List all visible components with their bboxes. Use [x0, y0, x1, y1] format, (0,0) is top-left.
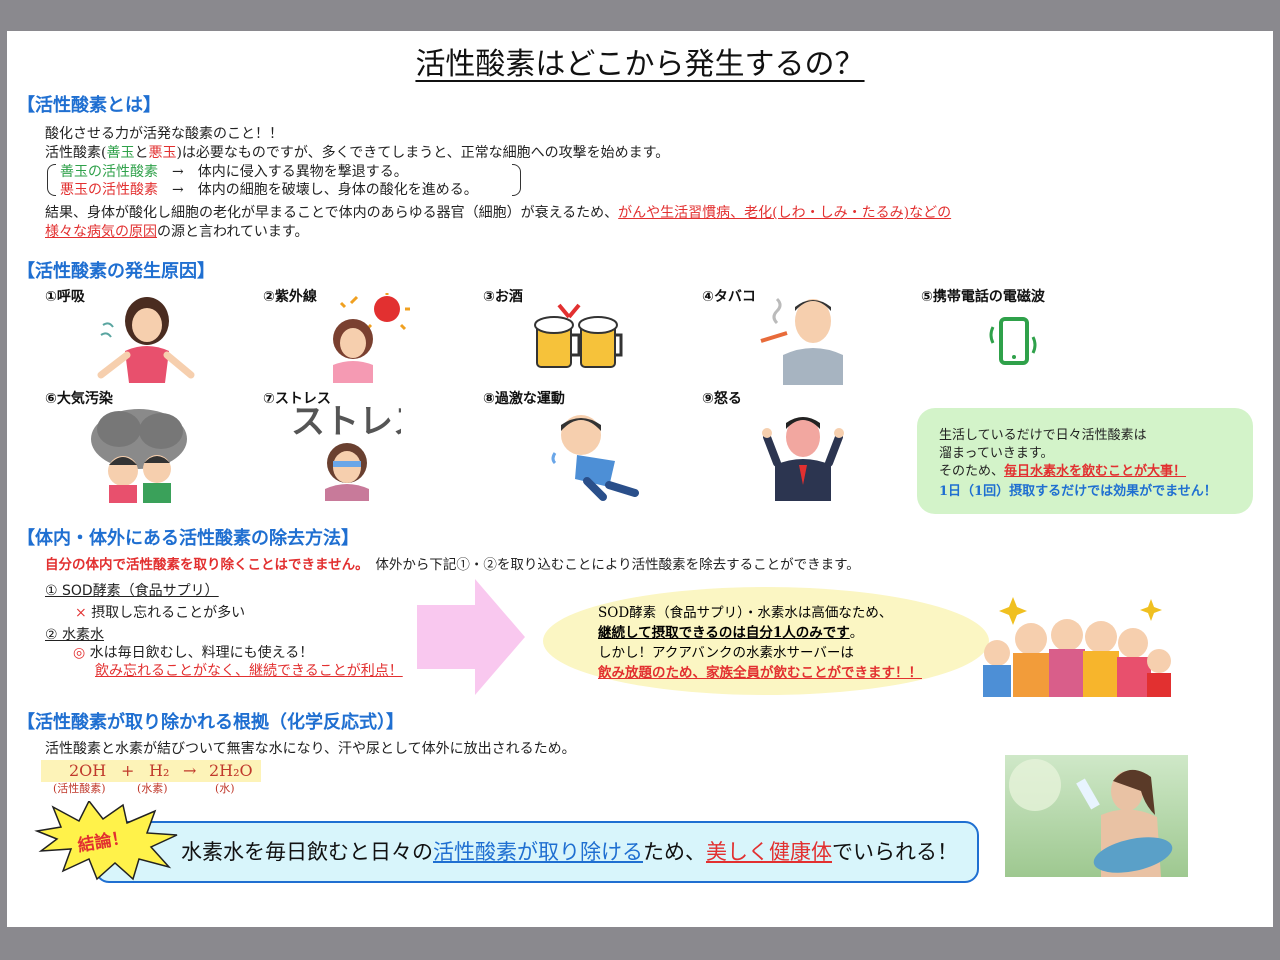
bad-oxygen-row: 悪玉の活性酸素 → 体内の細胞を破壊し、身体の酸化を進める。 [60, 182, 478, 198]
method-sod-note: × 摂取し忘れることが多い [75, 605, 246, 621]
air-pollution-illustration [91, 409, 187, 503]
conclusion-banner: 水素水を毎日飲むと日々の活性酸素が取り除けるため、美しく健康体でいられる！ [95, 821, 979, 883]
page-title: 活性酸素はどこから発生するの？ [415, 47, 865, 82]
left-bracket [47, 164, 56, 196]
chemical-equation: 2OH + H₂ → 2H₂O [41, 760, 261, 782]
document-page: 活性酸素はどこから発生するの？ 【活性酸素とは】 酸化させる力が活発な酸素のこと… [7, 31, 1273, 927]
callout-line-3: そのため、毎日水素水を飲むことが大事！ [939, 464, 1187, 479]
conclusion-text: 水素水を毎日飲むと日々の活性酸素が取り除けるため、美しく健康体でいられる！ [181, 840, 958, 864]
cause-phone-label: ⑤携帯電話の電磁波 [921, 289, 1045, 305]
eq-arrow: → [183, 761, 197, 780]
section-heading-removal: 【体内・体外にある活性酸素の除去方法】 [17, 528, 359, 549]
result-line-2: 様々な病気の原因の源と言われています。 [45, 224, 309, 240]
callout-line-1: 生活しているだけで日々活性酸素は [939, 428, 1147, 443]
good-bad-intro: 活性酸素(善玉と悪玉)は必要なものですが、多くできてしまうと、正常な細胞への攻撃… [45, 145, 670, 161]
conclusion-badge: 結論！ [34, 801, 178, 881]
intense-exercise-illustration [551, 415, 639, 501]
right-bracket [512, 164, 521, 196]
cause-anger-label: ⑨怒る [702, 391, 742, 407]
method-hydrogen-benefit: 飲み忘れることがなく、継続できることが利点！ [95, 663, 403, 679]
daily-hydrogen-callout: 生活しているだけで日々活性酸素は 溜まっていきます。 そのため、毎日水素水を飲む… [917, 408, 1253, 514]
method-sod-title: ① SOD酵素（食品サプリ） [45, 583, 219, 599]
angry-man-illustration [762, 417, 844, 501]
smoking-man-illustration [760, 297, 843, 385]
beer-mugs-illustration [534, 303, 623, 368]
chemistry-description: 活性酸素と水素が結びついて無害な水になり、汗や尿として体外に放出されるため。 [45, 741, 576, 757]
eq-water: 2H₂O [209, 761, 253, 780]
section-heading-chemistry: 【活性酸素が取り除かれる根拠（化学反応式）】 [17, 712, 404, 733]
callout-line-2: 溜まっていきます。 [939, 446, 1054, 461]
eq-plus: + [121, 761, 135, 780]
uv-woman-illustration [333, 293, 410, 383]
method-hydrogen-note: ◎ 水は毎日飲むし、料理にも使える！ [73, 645, 314, 661]
family-illustration [983, 597, 1171, 697]
ellipse-line-1: SOD酵素（食品サプリ）・水素水は高価なため、 [598, 605, 893, 621]
label-active-oxygen: (活性酸素) [53, 782, 106, 795]
stress-illustration: ストレス [291, 403, 401, 501]
woman-drinking-photo [1005, 755, 1188, 877]
definition-line: 酸化させる力が活発な酸素のこと！！ [45, 126, 283, 142]
ellipse-line-4: 飲み放題のため、家族全員が飲むことができます！！ [598, 665, 922, 681]
stress-text: ストレス [291, 403, 401, 442]
section-heading-what-is: 【活性酸素とは】 [17, 95, 161, 116]
ellipse-line-2: 継続して摂取できるのは自分1人のみです。 [598, 625, 864, 641]
cause-alcohol-label: ③お酒 [483, 289, 523, 305]
cause-exercise-label: ⑧過激な運動 [483, 391, 565, 407]
eq-hydroxyl: 2OH [69, 761, 107, 780]
method-hydrogen-title: ② 水素水 [45, 627, 105, 643]
label-hydrogen: (水素) [137, 782, 168, 795]
section-heading-causes: 【活性酸素の発生原因】 [17, 261, 215, 282]
ellipse-line-3: しかし！アクアバンクの水素水サーバーは [598, 645, 854, 661]
mobile-phone-icon [989, 317, 1037, 365]
cause-uv-label: ②紫外線 [263, 289, 317, 305]
breathing-woman-illustration [97, 297, 195, 383]
aquabank-ellipse: SOD酵素（食品サプリ）・水素水は高価なため、 継続して摂取できるのは自分1人の… [543, 587, 989, 695]
right-arrow-icon [417, 579, 525, 695]
good-oxygen-row: 善玉の活性酸素 → 体内に侵入する異物を撃退する。 [60, 164, 408, 180]
cause-breathing-label: ①呼吸 [45, 289, 85, 305]
cause-tobacco-label: ④タバコ [702, 289, 756, 305]
removal-intro: 自分の体内で活性酸素を取り除くことはできません。 体外から下記①・②を取り込むこ… [45, 557, 860, 573]
callout-line-4: 1日（1回）摂取するだけでは効果がでません！ [939, 484, 1217, 499]
label-water: (水) [215, 782, 235, 795]
result-line: 結果、身体が酸化し細胞の老化が早まることで体内のあらゆる器官（細胞）が衰えるため… [45, 205, 952, 221]
eq-hydrogen: H₂ [149, 761, 170, 780]
